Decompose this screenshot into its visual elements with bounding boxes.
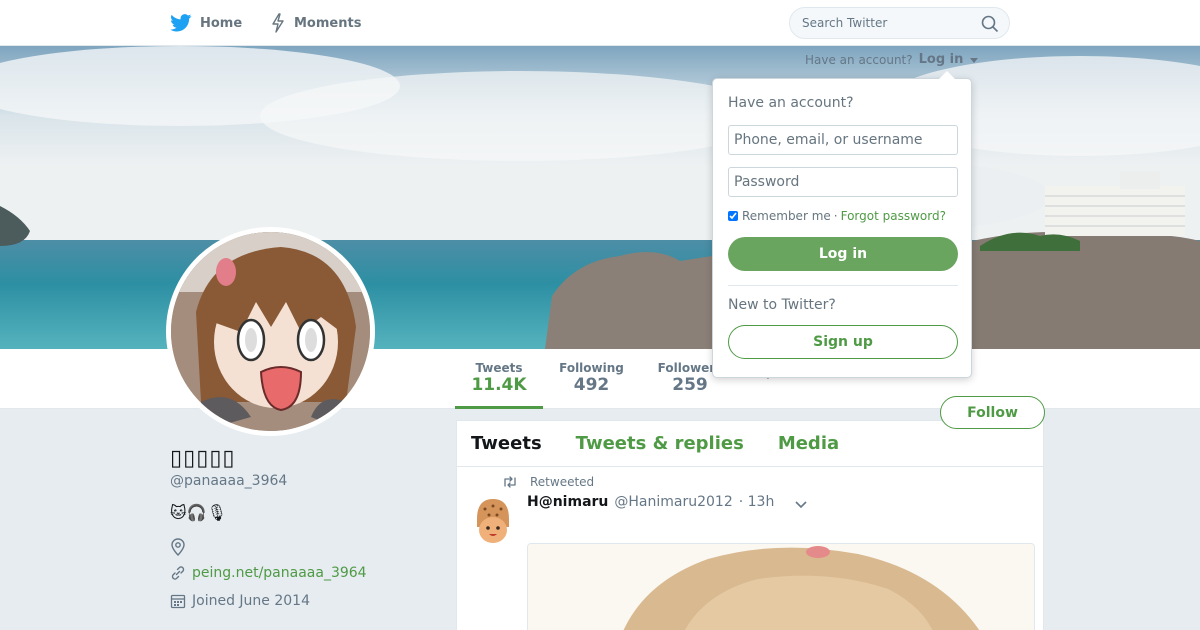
divider (728, 285, 958, 286)
profile-bio: 🐱🎧🎙 (170, 503, 227, 522)
login-dropdown: Have an account? Remember me · Forgot pa… (712, 71, 972, 378)
tweet-header: H@nimaru @Hanimaru2012 · 13h (527, 494, 774, 510)
stat-value: 259 (672, 375, 708, 395)
login-dropdown-toggle[interactable]: Log in (919, 52, 978, 67)
tweet-time[interactable]: · 13h (739, 494, 775, 510)
username-field[interactable] (728, 125, 958, 155)
tweet-media-image (528, 544, 1034, 630)
avatar-image (171, 232, 370, 431)
forgot-password-link[interactable]: Forgot password? (841, 209, 946, 223)
bird-icon (170, 14, 192, 32)
search-input[interactable] (802, 16, 972, 30)
timeline: Tweets Tweets & replies Media Retweeted … (456, 420, 1044, 630)
have-account-text: Have an account? (805, 52, 913, 67)
profile-website: peing.net/panaaaa_3964 (170, 565, 367, 581)
stat-label: Following (559, 361, 624, 375)
tweet-screen-name[interactable]: @Hanimaru2012 (614, 494, 732, 510)
top-navigation-bar: Home Moments (0, 0, 1200, 46)
new-to-twitter: New to Twitter? (728, 297, 836, 313)
caret-down-icon (969, 58, 978, 63)
retweet-context: Retweeted (502, 475, 594, 489)
login-link-label: Log in (918, 52, 964, 67)
remember-row: Remember me · Forgot password? (728, 209, 946, 223)
password-field[interactable] (728, 167, 958, 197)
login-button[interactable]: Log in (728, 237, 958, 271)
website-link[interactable]: peing.net/panaaaa_3964 (192, 565, 367, 581)
nav-moments-label: Moments (294, 15, 362, 31)
nav-moments[interactable]: Moments (270, 12, 361, 34)
follow-button[interactable]: Follow (940, 396, 1045, 429)
stat-tweets[interactable]: Tweets 11.4K (455, 361, 543, 409)
avatar[interactable] (166, 227, 375, 436)
tweet-avatar-image (477, 499, 509, 543)
tab-tweets-replies[interactable]: Tweets & replies (576, 433, 744, 454)
chevron-down-icon[interactable] (794, 500, 808, 510)
stat-label: Tweets (475, 361, 523, 375)
location-icon (171, 538, 185, 556)
retweeted-label: Retweeted (530, 475, 595, 489)
remember-separator: · (833, 209, 838, 223)
have-account-prompt: Have an account? Log in (805, 52, 978, 67)
remember-label: Remember me (742, 209, 831, 223)
stat-following[interactable]: Following 492 (555, 361, 628, 409)
login-title: Have an account? (728, 95, 854, 111)
stat-value: 492 (573, 375, 610, 395)
lightning-icon (272, 13, 284, 33)
tweet-media[interactable] (527, 543, 1035, 630)
profile-handle: @panaaaa_3964 (170, 473, 288, 489)
tab-tweets[interactable]: Tweets (471, 433, 542, 454)
profile-location (170, 538, 186, 556)
tweet-avatar[interactable] (471, 497, 515, 545)
joined-date: Joined June 2014 (192, 593, 310, 609)
search-box (789, 7, 1010, 39)
stat-value: 11.4K (471, 375, 527, 395)
signup-button[interactable]: Sign up (728, 325, 958, 359)
retweet-icon (504, 476, 516, 488)
tab-media[interactable]: Media (778, 433, 839, 454)
profile-joined: Joined June 2014 (170, 593, 310, 609)
calendar-icon (170, 594, 186, 609)
link-icon (171, 566, 185, 580)
nav-home[interactable]: Home (170, 12, 242, 34)
search-icon[interactable] (981, 15, 999, 33)
tweet-display-name[interactable]: H@nimaru (527, 494, 608, 510)
remember-checkbox[interactable] (728, 211, 738, 221)
nav-home-label: Home (200, 15, 243, 31)
profile-name: ▯▯▯▯▯ (170, 446, 236, 471)
